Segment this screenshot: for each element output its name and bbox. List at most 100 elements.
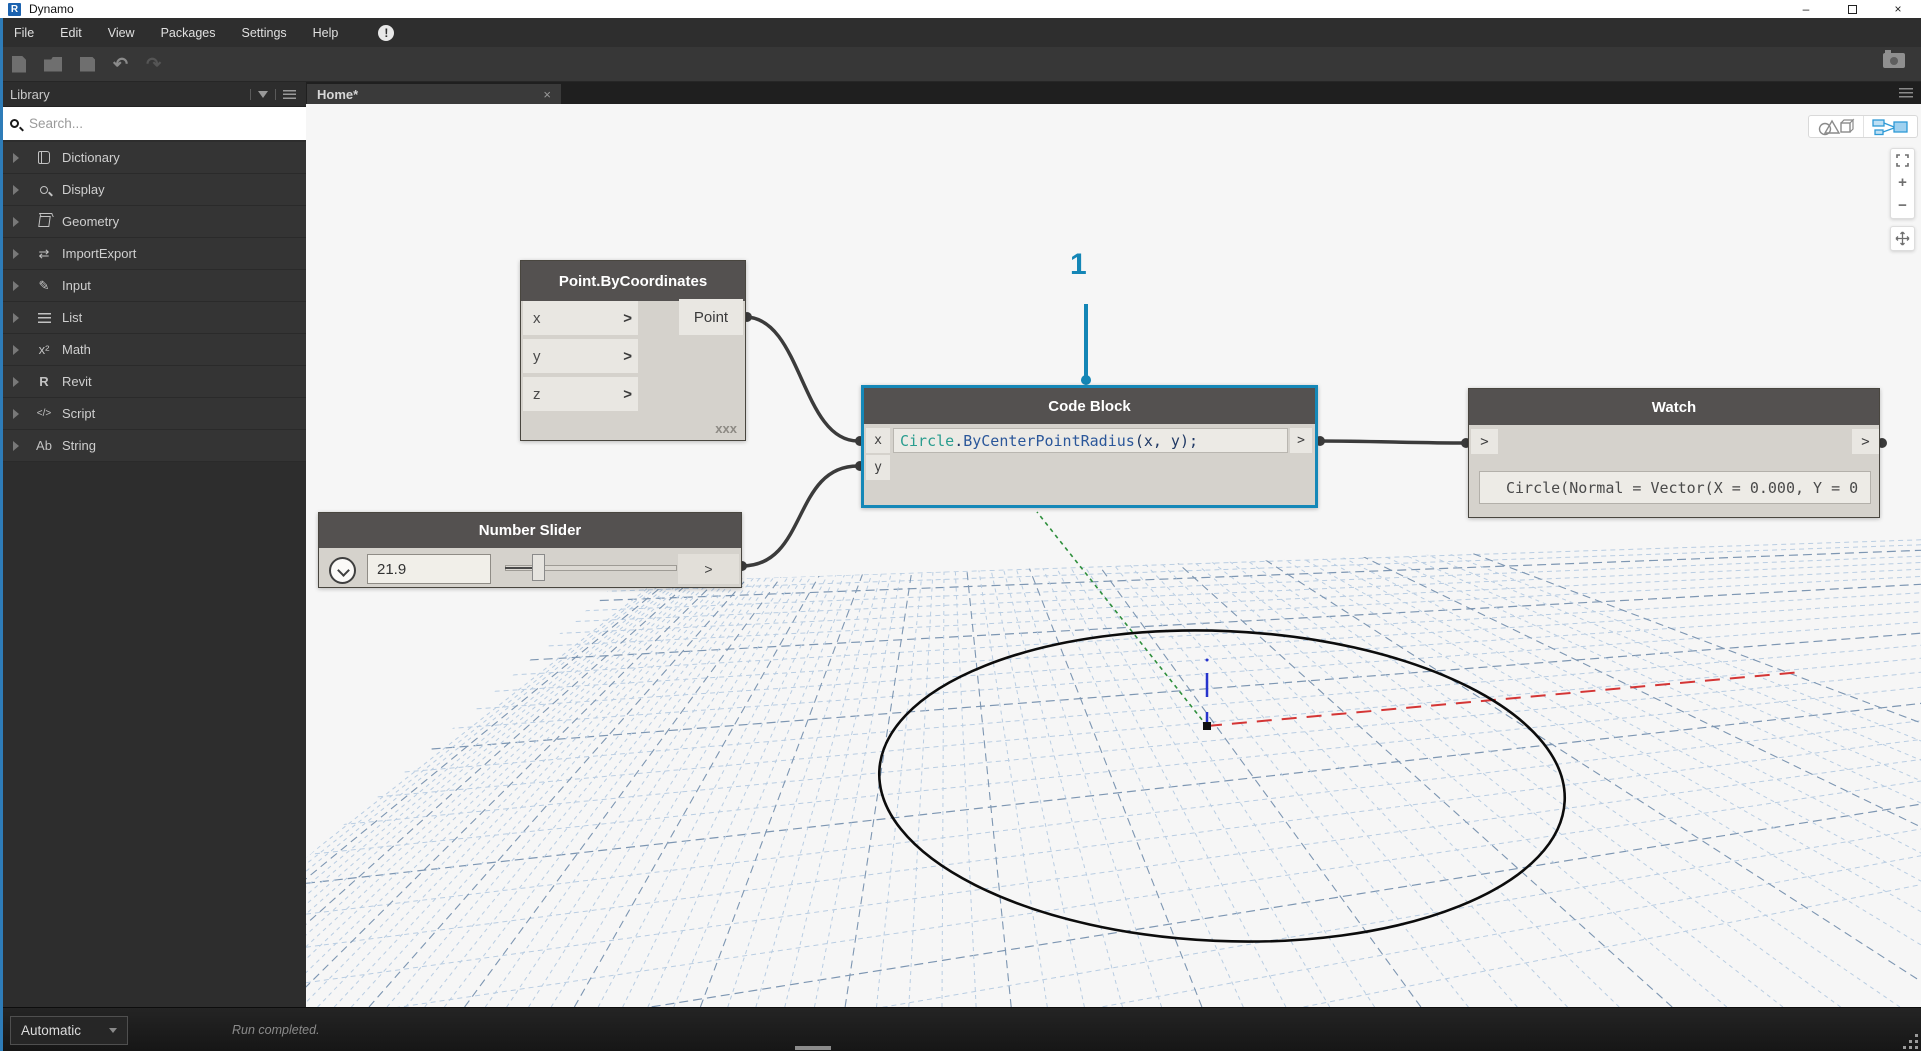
slider-value-input[interactable]: 21.9 xyxy=(367,554,491,584)
chevron-down-icon xyxy=(109,1028,117,1033)
expander-icon[interactable] xyxy=(13,376,19,387)
new-file-button[interactable] xyxy=(12,55,26,73)
code-editor[interactable]: Circle. ByCenterPointRadius (x, y); xyxy=(893,428,1288,453)
expander-icon[interactable] xyxy=(13,344,19,355)
output-port[interactable]: > xyxy=(1852,429,1879,454)
node-title[interactable]: Watch xyxy=(1469,389,1879,425)
sidebar-item-revit[interactable]: R Revit xyxy=(0,366,306,398)
sidebar-item-dictionary[interactable]: Dictionary xyxy=(0,142,306,174)
menu-help[interactable]: Help xyxy=(313,26,339,40)
dynamo-window: R Dynamo – × File Edit View Packages Set… xyxy=(0,0,1921,1051)
expander-icon[interactable] xyxy=(13,312,19,323)
node-title[interactable]: Code Block xyxy=(864,388,1315,424)
menu-bar: File Edit View Packages Settings Help ! xyxy=(0,18,1921,47)
fit-view-button[interactable] xyxy=(1896,153,1909,167)
expander-icon[interactable] xyxy=(13,440,19,451)
menu-packages[interactable]: Packages xyxy=(161,26,216,40)
sidebar-item-label: Dictionary xyxy=(62,150,120,165)
slider-expand-button[interactable] xyxy=(329,557,356,584)
sidebar-item-string[interactable]: Ab String xyxy=(0,430,306,462)
library-search[interactable] xyxy=(0,106,306,140)
sidebar-item-geometry[interactable]: Geometry xyxy=(0,206,306,238)
zoom-out-button[interactable]: − xyxy=(1898,198,1907,213)
graph-canvas[interactable]: 1 Point.ByCoordinates x > y > z > Point xxx… xyxy=(306,104,1921,1007)
output-port[interactable]: > xyxy=(678,554,739,584)
tab-bar: Home* × xyxy=(306,82,1921,104)
sidebar-item-input[interactable]: ✎ Input xyxy=(0,270,306,302)
zoom-in-button[interactable]: + xyxy=(1898,175,1907,190)
minimize-button[interactable]: – xyxy=(1783,0,1829,18)
tab-home[interactable]: Home* × xyxy=(307,84,561,104)
resize-grip[interactable] xyxy=(1902,1033,1918,1049)
wire-point-to-codeblock[interactable] xyxy=(744,315,859,443)
save-button[interactable] xyxy=(80,56,95,72)
sidebar-item-list[interactable]: List xyxy=(0,302,306,334)
search-input[interactable] xyxy=(29,116,279,131)
output-port[interactable]: > xyxy=(1290,428,1312,453)
sidebar-item-label: String xyxy=(62,438,96,453)
input-port-x[interactable]: x > xyxy=(523,301,638,335)
input-port-y[interactable]: y > xyxy=(523,339,638,373)
expander-icon[interactable] xyxy=(13,184,19,195)
slider-thumb[interactable] xyxy=(532,554,545,581)
pan-button[interactable] xyxy=(1890,226,1915,251)
expander-icon[interactable] xyxy=(13,152,19,163)
sidebar-item-label: List xyxy=(62,310,83,325)
tab-close-icon[interactable]: × xyxy=(543,87,551,102)
sidebar-item-label: ImportExport xyxy=(62,246,137,261)
window-edge-accent xyxy=(0,18,3,1051)
output-port-point[interactable]: Point xyxy=(679,299,743,335)
revit-icon: R xyxy=(39,374,49,389)
node-number-slider[interactable]: Number Slider 21.9 > xyxy=(318,512,742,588)
expander-icon[interactable] xyxy=(13,280,19,291)
sidebar-item-script[interactable]: </> Script xyxy=(0,398,306,430)
tab-label: Home* xyxy=(317,86,359,102)
menu-edit[interactable]: Edit xyxy=(60,26,82,40)
run-mode-value: Automatic xyxy=(21,1023,82,1038)
node-point-bycoordinates[interactable]: Point.ByCoordinates x > y > z > Point xxx xyxy=(520,260,746,441)
menu-settings[interactable]: Settings xyxy=(241,26,286,40)
sidebar-item-label: Script xyxy=(62,406,96,421)
sidebar-item-importexport[interactable]: ⇄ ImportExport xyxy=(0,238,306,270)
chevron-right-icon: > xyxy=(623,309,632,327)
sidebar-item-label: Display xyxy=(62,182,105,197)
input-port-x[interactable]: x xyxy=(866,428,890,453)
open-file-button[interactable] xyxy=(44,56,62,72)
node-title[interactable]: Number Slider xyxy=(319,513,741,548)
input-port[interactable]: > xyxy=(1471,429,1498,454)
divider xyxy=(275,88,276,100)
run-mode-dropdown[interactable]: Automatic xyxy=(10,1016,128,1045)
expander-icon[interactable] xyxy=(13,216,19,227)
redo-button[interactable]: ↷ xyxy=(146,55,161,73)
lacing-badge[interactable]: xxx xyxy=(715,421,737,436)
tab-list-icon[interactable] xyxy=(1899,88,1913,98)
input-port-z[interactable]: z > xyxy=(523,377,638,411)
expander-icon[interactable] xyxy=(13,408,19,419)
export-image-button[interactable] xyxy=(1883,50,1905,68)
filter-icon[interactable] xyxy=(258,90,268,98)
wire-codeblock-to-watch[interactable] xyxy=(1319,439,1467,445)
node-watch[interactable]: Watch > > Circle(Normal = Vector(X = 0.0… xyxy=(1468,388,1880,518)
graph-view-button[interactable] xyxy=(1862,116,1918,137)
menu-view[interactable]: View xyxy=(108,26,135,40)
geometry-view-button[interactable] xyxy=(1809,116,1863,137)
node-code-block[interactable]: Code Block x y Circle. ByCenterPointRadiu… xyxy=(861,385,1318,508)
x-axis-red xyxy=(1206,671,1802,727)
geometry-preview-icon xyxy=(1818,118,1855,135)
sidebar-item-display[interactable]: Display xyxy=(0,174,306,206)
annotation-connector xyxy=(1081,304,1091,385)
camera-icon xyxy=(1883,50,1905,68)
menu-file[interactable]: File xyxy=(14,26,34,40)
sidebar-item-math[interactable]: x² Math xyxy=(0,334,306,366)
input-port-y[interactable]: y xyxy=(866,455,890,480)
maximize-button[interactable] xyxy=(1829,0,1875,18)
undo-button[interactable]: ↶ xyxy=(113,55,128,73)
notification-icon[interactable]: ! xyxy=(378,24,395,41)
expander-icon[interactable] xyxy=(13,248,19,259)
close-button[interactable]: × xyxy=(1875,0,1921,18)
sidebar-item-label: Math xyxy=(62,342,91,357)
annotation-label[interactable]: 1 xyxy=(1070,248,1087,282)
library-menu-icon[interactable] xyxy=(283,89,296,99)
node-title[interactable]: Point.ByCoordinates xyxy=(521,261,745,301)
wire-slider-to-codeblock[interactable] xyxy=(741,464,859,568)
